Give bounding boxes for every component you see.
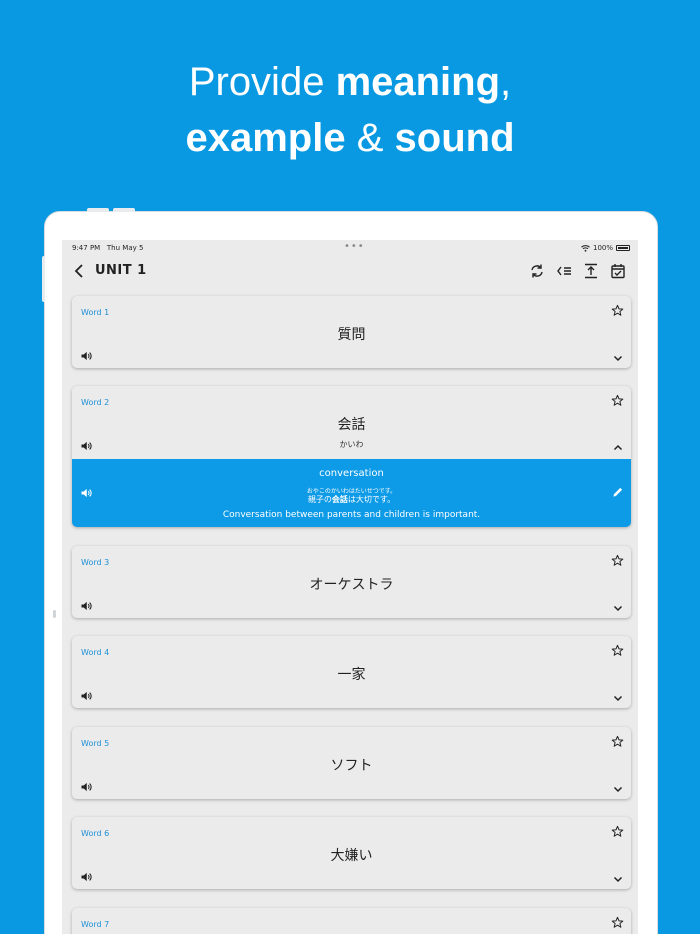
status-right: 100% <box>581 244 630 252</box>
star-icon[interactable] <box>611 916 624 929</box>
star-icon[interactable] <box>611 644 624 657</box>
example-sentence: 親子の会話は大切です。 <box>307 495 396 504</box>
chevron-down-icon[interactable] <box>613 353 623 363</box>
page-title: UNIT 1 <box>95 263 147 278</box>
nav-bar: UNIT 1 <box>62 256 638 288</box>
volume-button <box>87 208 109 212</box>
app-screen: 9:47 PM Thu May 5 ••• 100% UNIT 1 Word 1… <box>62 240 638 934</box>
battery-percent: 100% <box>592 244 613 252</box>
speaker-icon[interactable] <box>80 781 92 793</box>
headline-example: example <box>185 116 346 160</box>
word-number-label: Word 2 <box>81 398 110 407</box>
back-chevron-icon[interactable] <box>72 263 88 279</box>
word-card[interactable]: Word 4 一家 <box>72 636 631 708</box>
speaker-icon[interactable] <box>80 690 92 702</box>
word-card[interactable]: Word 7 <box>72 908 631 934</box>
word-number-label: Word 1 <box>81 308 110 317</box>
multitasking-dots[interactable]: ••• <box>344 241 365 252</box>
word-number-label: Word 6 <box>81 829 110 838</box>
example-translation: Conversation between parents and childre… <box>222 510 481 520</box>
power-button <box>113 208 135 212</box>
chevron-down-icon[interactable] <box>613 874 623 884</box>
word-number-label: Word 5 <box>81 739 110 748</box>
status-bar: 9:47 PM Thu May 5 ••• 100% <box>62 240 638 256</box>
headline-line-2: example & sound <box>0 110 700 166</box>
side-button <box>42 256 45 302</box>
speaker-icon[interactable] <box>80 350 92 362</box>
speaker-icon[interactable] <box>80 487 92 499</box>
word-text: 大嫌い <box>330 848 373 864</box>
word-detail-panel: conversation おやこのかいわはたいせつです。 親子の会話は大切です。… <box>72 459 631 527</box>
speaker-icon[interactable] <box>80 871 92 883</box>
star-icon[interactable] <box>611 554 624 567</box>
battery-icon <box>616 245 630 251</box>
headline-ampersand: & <box>345 116 395 160</box>
headline-meaning: meaning <box>335 60 501 104</box>
word-card[interactable]: Word 5 ソフト <box>72 727 631 799</box>
word-reading: かいわ <box>339 440 364 449</box>
chevron-down-icon[interactable] <box>613 603 623 613</box>
headline-line-1: Provide meaning, <box>0 54 700 110</box>
refresh-icon[interactable] <box>529 263 545 279</box>
star-icon[interactable] <box>611 825 624 838</box>
word-text: ソフト <box>330 758 373 774</box>
word-card[interactable]: Word 3 オーケストラ <box>72 546 631 618</box>
word-text: 質問 <box>337 327 366 343</box>
headline-comma: , <box>500 60 512 104</box>
word-number-label: Word 3 <box>81 558 110 567</box>
word-text: 一家 <box>337 667 366 683</box>
status-time: 9:47 PM Thu May 5 <box>72 244 144 252</box>
chevron-up-icon[interactable] <box>613 443 623 453</box>
headline-text: Provide <box>188 60 336 104</box>
speaker-icon[interactable] <box>80 440 92 452</box>
expand-vertical-icon[interactable] <box>583 263 599 279</box>
word-card[interactable]: Word 1 質問 <box>72 296 631 368</box>
word-card[interactable]: Word 6 大嫌い <box>72 817 631 889</box>
word-number-label: Word 4 <box>81 648 110 657</box>
pencil-icon[interactable] <box>612 486 624 498</box>
word-number-label: Word 7 <box>81 920 110 929</box>
star-icon[interactable] <box>611 394 624 407</box>
speaker-icon[interactable] <box>80 600 92 612</box>
star-icon[interactable] <box>611 304 624 317</box>
word-meaning: conversation <box>319 468 384 479</box>
word-text: オーケストラ <box>309 577 394 593</box>
star-icon[interactable] <box>611 735 624 748</box>
word-text: 会話 <box>337 417 366 433</box>
wifi-icon <box>581 244 590 252</box>
camera-dot <box>53 610 56 618</box>
chevron-down-icon[interactable] <box>613 784 623 794</box>
calendar-check-icon[interactable] <box>610 263 626 279</box>
sort-list-icon[interactable] <box>556 263 572 279</box>
chevron-down-icon[interactable] <box>613 693 623 703</box>
headline-sound: sound <box>394 116 515 160</box>
